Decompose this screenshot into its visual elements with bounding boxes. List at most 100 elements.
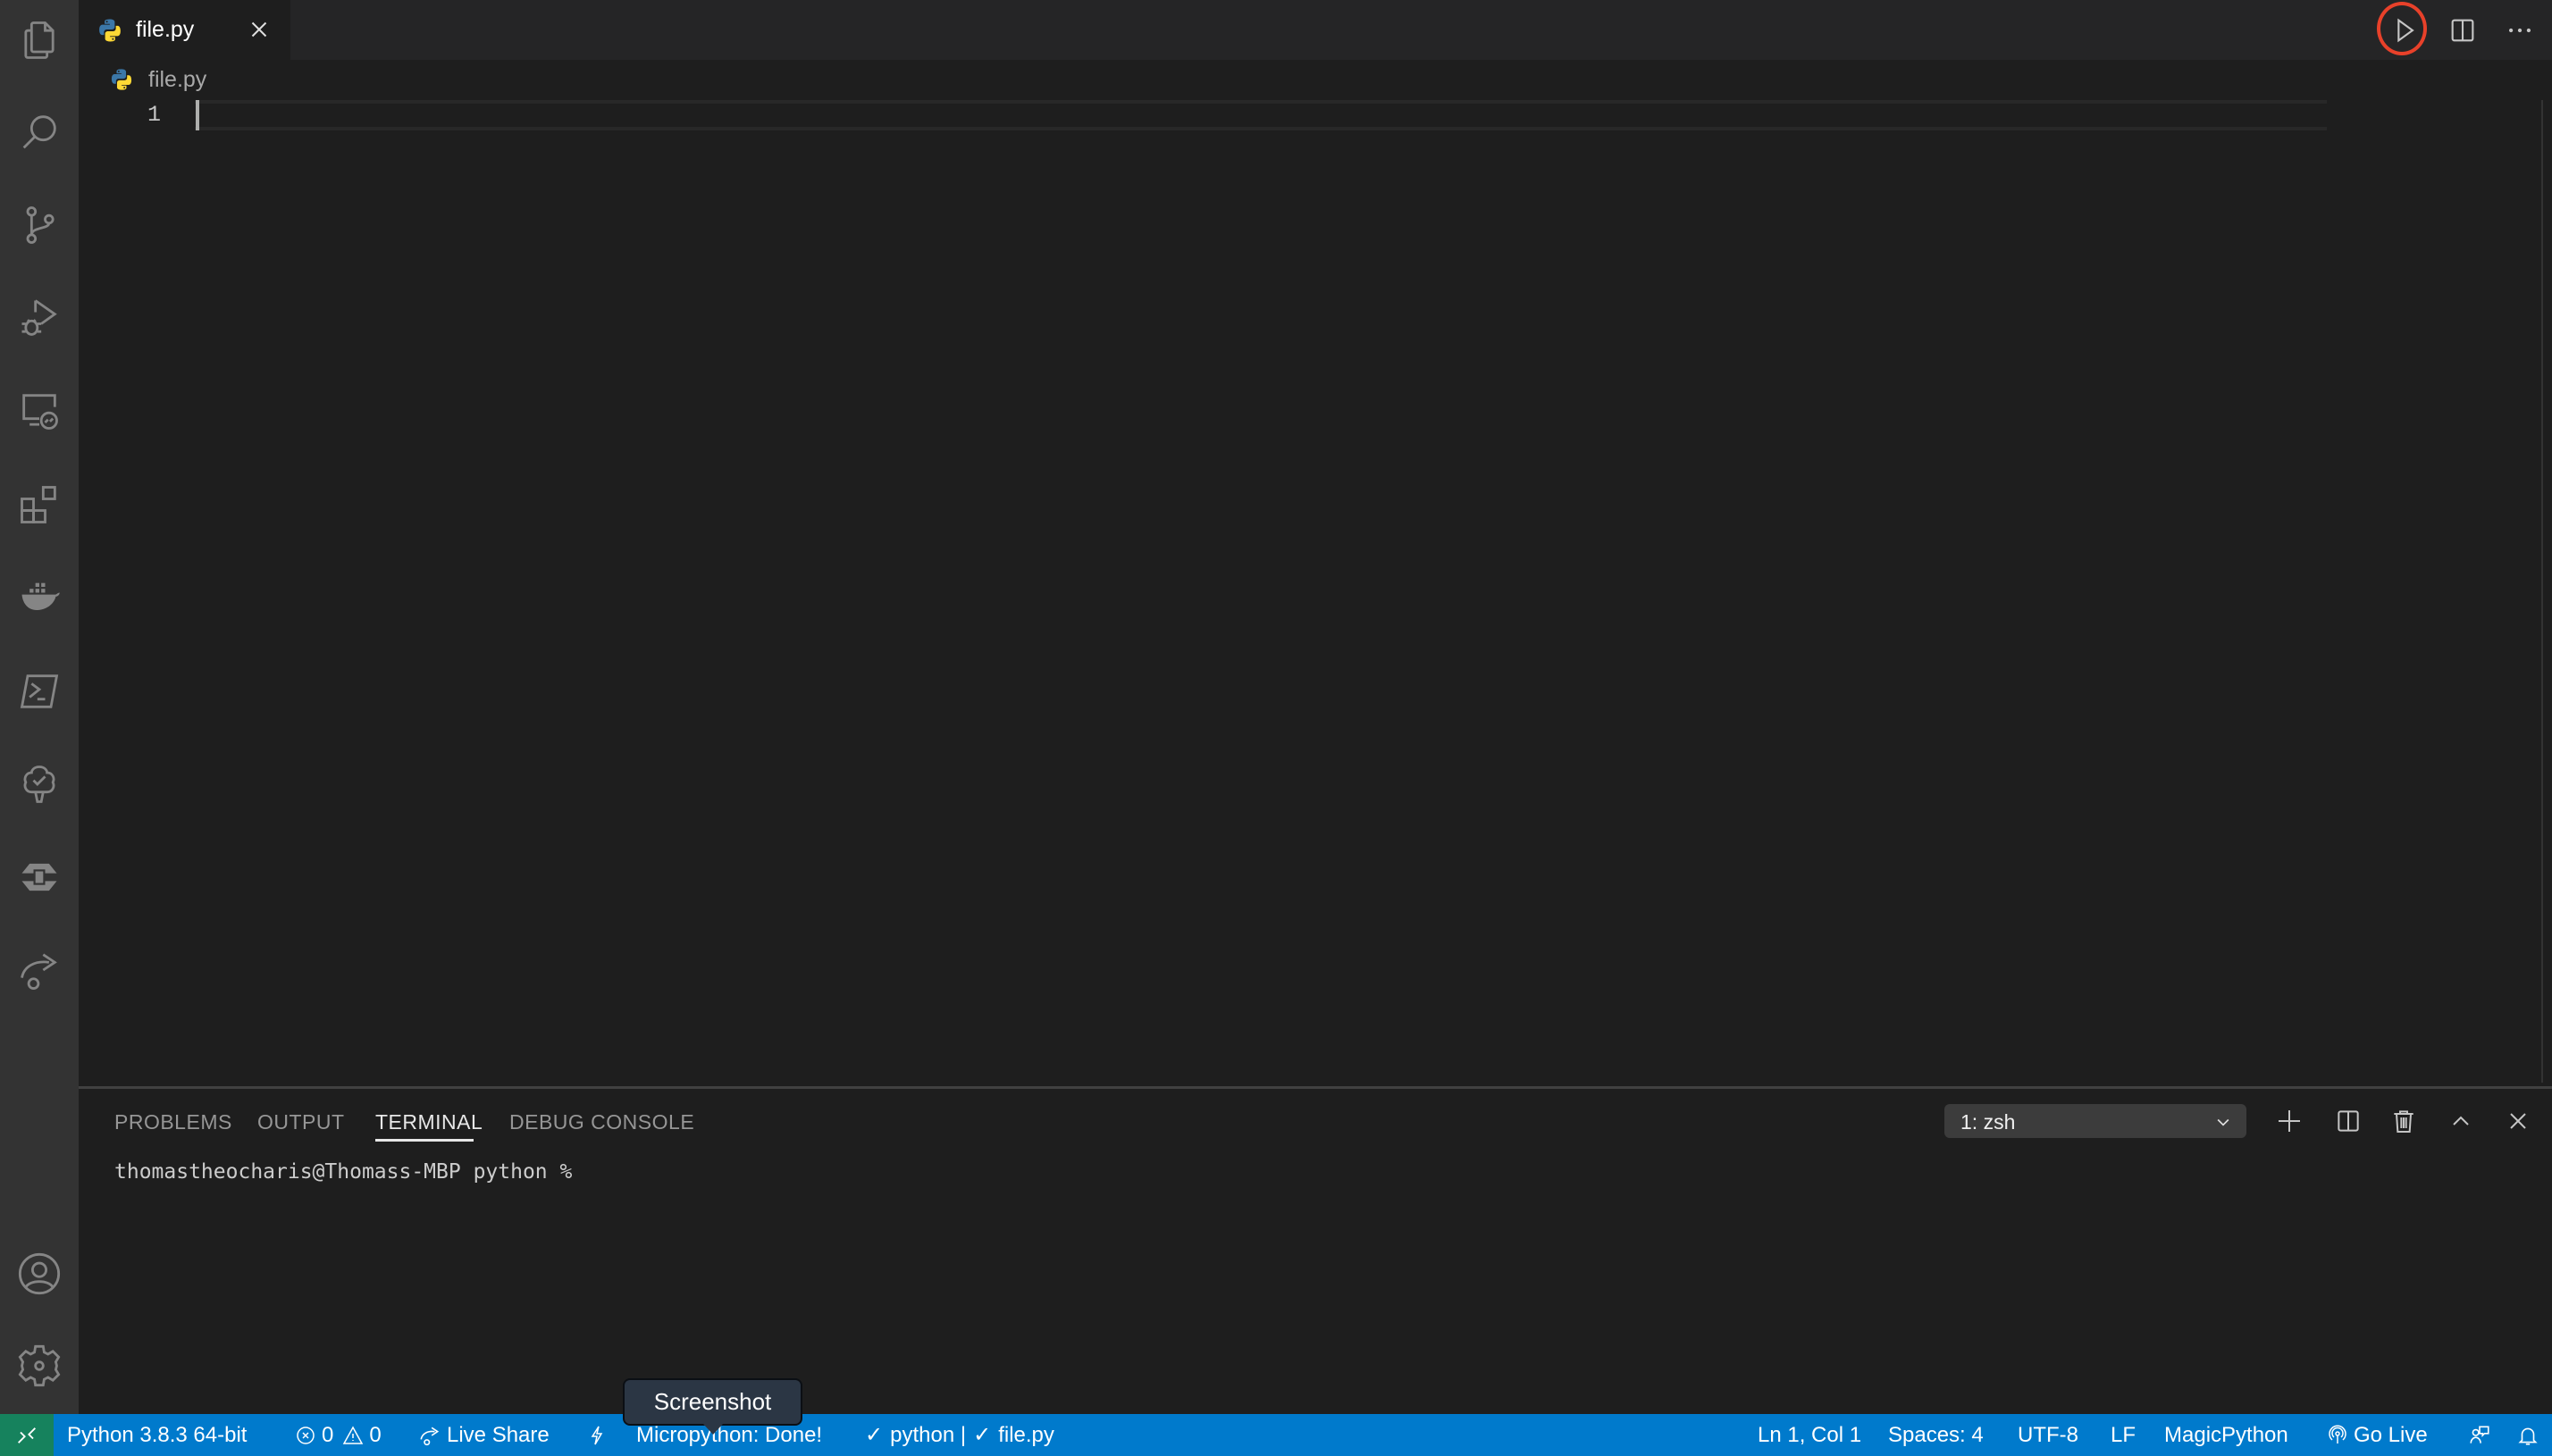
close-panel-button[interactable] [2500, 1103, 2536, 1139]
close-icon [251, 21, 267, 38]
bottom-panel: PROBLEMS OUTPUT TERMINAL DEBUG CONSOLE 1… [79, 1086, 2552, 1414]
split-editor-icon [2451, 19, 2474, 42]
language-label: MagicPython [2164, 1422, 2288, 1447]
remote-icon [18, 1427, 36, 1443]
terminal-select[interactable]: 1: zsh [1944, 1104, 2246, 1138]
live-share-label: Live Share [447, 1422, 550, 1447]
remote-explorer-button[interactable] [13, 384, 66, 438]
split-terminal-button[interactable] [2330, 1103, 2366, 1139]
highlight-annotation-circle [2377, 2, 2427, 55]
error-count: 0 [322, 1422, 334, 1447]
go-live-button[interactable]: Go Live [2327, 1414, 2428, 1456]
warning-icon [343, 1425, 364, 1444]
indentation[interactable]: Spaces: 4 [1888, 1414, 1984, 1456]
micropython-label: Micropython: Done! [636, 1422, 823, 1447]
check-file-label: file.py [998, 1422, 1054, 1447]
broadcast-icon [2329, 1425, 2346, 1443]
source-control-button[interactable] [13, 198, 66, 252]
account-icon [18, 1252, 61, 1295]
live-server-button[interactable] [13, 850, 66, 904]
source-control-icon [26, 206, 55, 244]
error-icon [297, 1426, 315, 1444]
terminal-select-value: 1: zsh [1960, 1110, 2016, 1134]
accounts-button[interactable] [13, 1247, 66, 1301]
extensions-button[interactable] [13, 478, 66, 531]
split-editor-button[interactable] [2445, 13, 2481, 48]
editor-tab-bar: file.py [79, 0, 2552, 60]
remote-explorer-icon [22, 394, 58, 430]
split-icon [2338, 1110, 2359, 1132]
plus-icon [2279, 1110, 2300, 1132]
spaces-label: Spaces: 4 [1888, 1422, 1984, 1447]
warning-count: 0 [369, 1422, 382, 1447]
tree-check-icon [23, 766, 55, 803]
manage-button[interactable] [13, 1339, 66, 1393]
tooltip-pointer [703, 1424, 723, 1435]
go-live-label: Go Live [2354, 1422, 2428, 1447]
run-debug-icon [21, 299, 57, 336]
tab-label: file.py [136, 17, 195, 42]
feedback-button[interactable] [2468, 1414, 2491, 1456]
explorer-button[interactable] [13, 13, 66, 67]
live-share-button[interactable] [13, 943, 66, 997]
chevron-up-icon [2453, 1116, 2469, 1125]
breadcrumb-file[interactable]: file.py [148, 67, 206, 93]
encoding[interactable]: UTF-8 [2018, 1414, 2078, 1456]
bell-icon [2518, 1427, 2538, 1445]
cursor-position[interactable]: Ln 1, Col 1 [1758, 1414, 1861, 1456]
maximize-panel-button[interactable] [2443, 1103, 2479, 1139]
editor-scrollbar[interactable] [2541, 100, 2543, 1083]
share-arrow-icon [21, 953, 57, 990]
tooltip: Screenshot [623, 1378, 802, 1426]
gear-icon [18, 1344, 61, 1387]
remote-indicator[interactable] [0, 1414, 54, 1456]
terminal-icon [20, 674, 59, 708]
tab-terminal[interactable]: TERMINAL [375, 1110, 483, 1134]
powershell-button[interactable] [13, 665, 66, 718]
position-label: Ln 1, Col 1 [1758, 1422, 1862, 1447]
feedback-icon [2470, 1425, 2489, 1443]
new-terminal-button[interactable] [2271, 1103, 2307, 1139]
tab-problems[interactable]: PROBLEMS [114, 1110, 232, 1134]
close-icon [2510, 1113, 2526, 1129]
python-icon [109, 67, 134, 92]
check-python-label: python | [890, 1422, 967, 1447]
extensions-icon [21, 486, 56, 523]
interpreter-label: Python 3.8.3 64-bit [67, 1422, 248, 1447]
files-icon [24, 21, 55, 59]
live-share-status[interactable]: Live Share [418, 1414, 550, 1456]
tab-output[interactable]: OUTPUT [257, 1110, 345, 1134]
chevron-down-icon [2217, 1118, 2229, 1126]
close-tab-button[interactable] [246, 16, 273, 43]
kill-terminal-button[interactable] [2386, 1103, 2422, 1139]
docker-button[interactable] [13, 572, 66, 625]
ellipsis-icon [2508, 28, 2531, 33]
docker-icon [21, 582, 60, 610]
terminal-prompt[interactable]: thomastheocharis@Thomass-MBP python % [114, 1160, 572, 1184]
run-debug-button[interactable] [13, 291, 66, 345]
end-of-line[interactable]: LF [2111, 1414, 2136, 1456]
activity-bar [0, 0, 79, 1414]
problems-count[interactable]: 0 0 [295, 1414, 382, 1456]
check-icon: ✓ [973, 1423, 992, 1447]
trash-icon [2394, 1110, 2413, 1133]
search-button[interactable] [13, 105, 66, 159]
status-bar: Python 3.8.3 64-bit 0 0 Live Share Micro… [0, 1414, 2552, 1456]
test-button[interactable] [13, 757, 66, 811]
breadcrumb: file.py [79, 60, 2552, 99]
active-tab-indicator [375, 1139, 474, 1142]
check-status[interactable]: ✓ python | ✓ file.py [865, 1414, 1054, 1456]
tab-file-py[interactable]: file.py [79, 0, 290, 60]
python-icon [97, 17, 123, 44]
eol-label: LF [2111, 1422, 2136, 1447]
share-arrow-icon [420, 1427, 440, 1445]
editor-text-area[interactable] [195, 100, 2518, 1083]
notifications-button[interactable] [2516, 1414, 2539, 1456]
more-actions-button[interactable] [2502, 13, 2538, 48]
line-number: 1 [147, 102, 161, 128]
lightning-status[interactable] [586, 1414, 608, 1456]
tab-debug-console[interactable]: DEBUG CONSOLE [509, 1110, 694, 1134]
python-interpreter[interactable]: Python 3.8.3 64-bit [67, 1414, 247, 1456]
language-mode[interactable]: MagicPython [2164, 1414, 2288, 1456]
search-icon [22, 115, 56, 149]
